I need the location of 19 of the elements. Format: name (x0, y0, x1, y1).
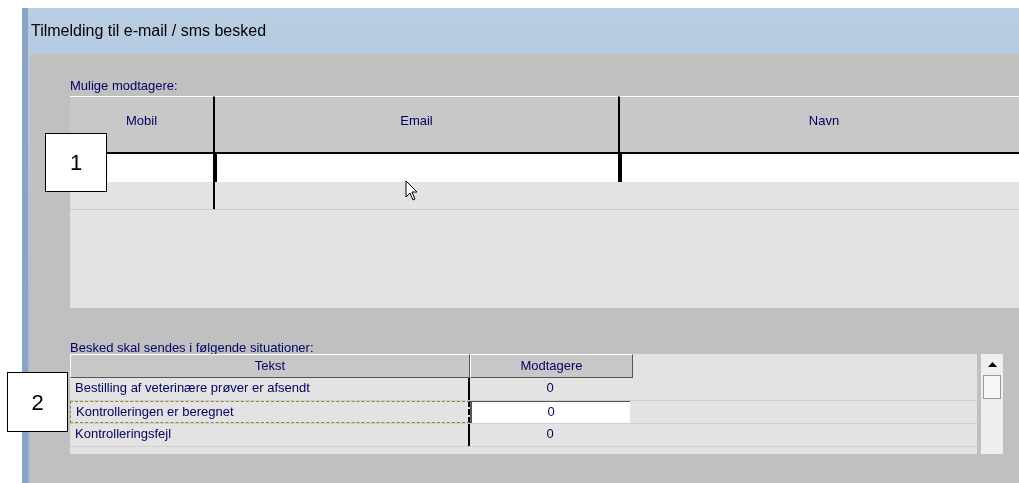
column-header[interactable]: Tekst (70, 354, 470, 378)
section-label: Mulige modtagere: (70, 77, 179, 95)
section-label: Besked skal sendes i følgende situationer: (70, 339, 315, 354)
table-cell[interactable]: Bestilling af veterinære prøver er afsendt (70, 378, 470, 400)
table-cell[interactable]: 0 (470, 378, 630, 400)
column-header[interactable]: Modtagere (470, 354, 633, 378)
callout-label: 1 (45, 133, 107, 192)
scroll-up-icon[interactable] (987, 362, 997, 367)
scroll-thumb[interactable] (983, 375, 1001, 399)
table-cell[interactable]: 0 (470, 424, 630, 446)
scrollbar[interactable] (981, 354, 1003, 454)
window-title: Tilmelding til e-mail / sms besked (31, 21, 267, 41)
table-cell[interactable]: Kontrolleringsfejl (70, 424, 470, 446)
cursor-icon (405, 180, 419, 202)
input-field[interactable] (107, 154, 213, 182)
callout-label: 2 (7, 372, 68, 432)
input-field[interactable] (213, 154, 618, 182)
input-field[interactable] (618, 154, 1019, 182)
input-field[interactable]: 0 (470, 401, 630, 423)
